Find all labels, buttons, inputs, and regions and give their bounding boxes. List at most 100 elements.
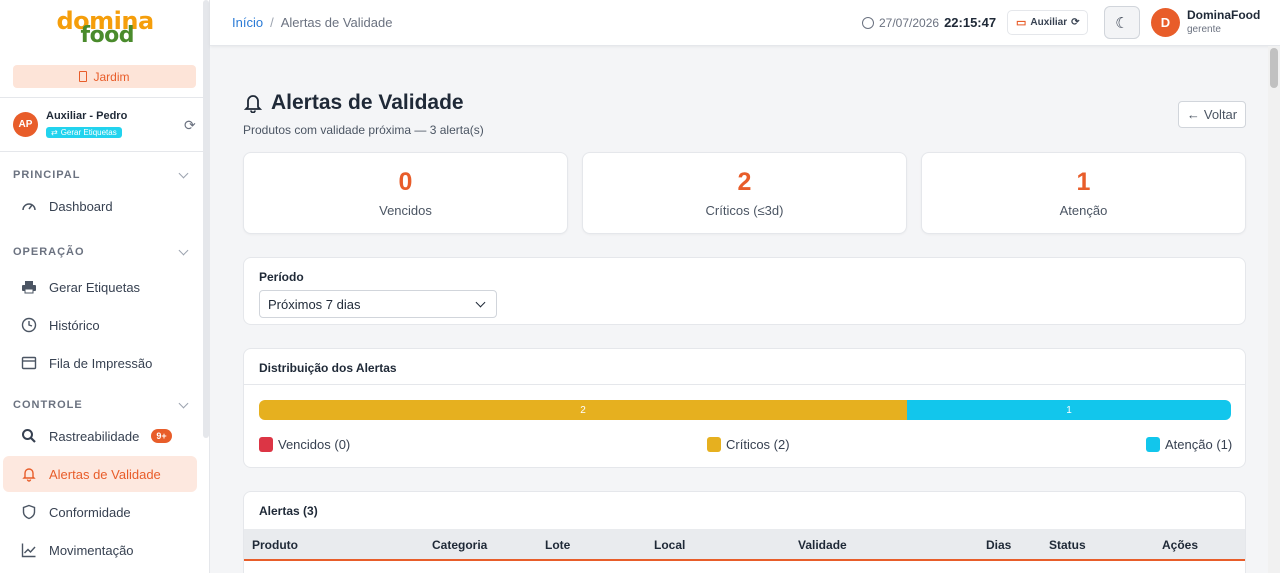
user-role: gerente: [1187, 24, 1221, 35]
page-header: Alertas de Validade Produtos com validad…: [243, 91, 484, 137]
distribution-segment-atenção: 1: [907, 400, 1231, 420]
sidebar-user: AP Auxiliar - Pedro ⇄ Gerar Etiquetas ⟳: [0, 98, 209, 151]
sidebar-item-conformidade[interactable]: Conformidade: [3, 494, 197, 530]
refresh-icon: ⟳: [1071, 17, 1080, 28]
shield-icon: [21, 504, 37, 520]
sidebar-item-fila-impressao[interactable]: Fila de Impressão: [3, 345, 197, 381]
role-label: Auxiliar: [1030, 17, 1068, 28]
page-title-text: Alertas de Validade: [271, 91, 464, 114]
period-label: Período: [259, 270, 304, 284]
topbar: Início / Alertas de Validade 27/07/2026 22…: [210, 0, 1280, 46]
period-select-value: Próximos 7 dias: [268, 296, 361, 312]
unit-label: Jardim: [93, 69, 130, 84]
sidebar-item-label: Gerar Etiquetas: [49, 279, 141, 295]
sidebar-item-label: Conformidade: [49, 504, 131, 520]
distribution-card: Distribuição dos Alertas 21 Vencidos (0)…: [243, 348, 1246, 468]
sidebar-item-label: Movimentação: [49, 542, 134, 558]
legend-atencao: Atenção (1): [1146, 437, 1232, 452]
distribution-title: Distribuição dos Alertas: [244, 349, 1245, 385]
column-header[interactable]: Validade: [798, 538, 847, 552]
stat-value: 2: [737, 168, 752, 196]
sidebar-item-alertas-validade[interactable]: Alertas de Validade: [3, 456, 197, 492]
building-icon: [79, 71, 88, 82]
sidebar-user-name: Auxiliar - Pedro: [46, 109, 128, 122]
filter-card: Período Próximos 7 dias: [243, 257, 1246, 325]
gauge-icon: [21, 198, 37, 214]
legend-swatch: [259, 437, 273, 452]
back-button-label: Voltar: [1203, 107, 1238, 122]
column-header[interactable]: Categoria: [432, 538, 487, 552]
alerts-title: Alertas (3): [259, 504, 318, 518]
sidebar-item-movimentacao[interactable]: Movimentação: [3, 532, 197, 568]
cake-icon: ▭: [1016, 17, 1027, 29]
column-header[interactable]: Ações: [1162, 538, 1198, 552]
sidebar-item-label: Rastreabilidade: [49, 428, 140, 444]
divider: [0, 151, 209, 152]
date-text: 27/07/2026: [879, 15, 940, 30]
column-header[interactable]: Local: [654, 538, 685, 552]
sidebar-item-label: Histórico: [49, 317, 100, 333]
sidebar-item-label: Dashboard: [49, 198, 113, 214]
period-select[interactable]: Próximos 7 dias: [259, 290, 497, 318]
breadcrumb-current: Alertas de Validade: [280, 15, 393, 30]
chevron-down-icon: [178, 245, 189, 255]
stat-label: Críticos (≤3d): [705, 203, 784, 218]
clock-icon: [862, 16, 874, 29]
nav-section-title: PRINCIPAL: [13, 169, 81, 181]
sidebar-item-rastreabilidade[interactable]: Rastreabilidade 9+: [3, 418, 197, 454]
unit-selector[interactable]: Jardim: [13, 65, 196, 88]
printer-icon: [21, 279, 37, 295]
legend-swatch: [707, 437, 721, 452]
chevron-down-icon: [178, 398, 189, 408]
breadcrumb: Início / Alertas de Validade: [232, 15, 392, 30]
bell-icon: [243, 92, 263, 114]
stat-value: 0: [398, 168, 413, 196]
search-icon: [21, 428, 37, 444]
stat-card-criticos: 2 Críticos (≤3d): [582, 152, 907, 234]
nav-section-controle[interactable]: CONTROLE: [0, 394, 209, 416]
breadcrumb-separator: /: [270, 15, 274, 30]
time-text: 22:15:47: [944, 15, 997, 30]
main-scrollbar[interactable]: [1268, 46, 1280, 573]
theme-toggle-button[interactable]: ☾: [1104, 6, 1140, 39]
moon-icon: ☾: [1115, 14, 1129, 32]
role-switch-chip[interactable]: ▭ Auxiliar ⟳: [1007, 10, 1089, 35]
switch-user-icon[interactable]: ⟳: [184, 118, 196, 132]
user-name: DominaFood: [1187, 8, 1261, 22]
arrow-left-icon: ←: [1186, 107, 1200, 122]
swap-icon: ⇄: [51, 127, 58, 137]
legend-swatch: [1146, 437, 1160, 452]
legend-label: Vencidos (0): [278, 437, 351, 452]
breadcrumb-home-link[interactable]: Início: [232, 15, 263, 30]
scrollbar-thumb[interactable]: [1270, 48, 1278, 88]
nav-section-principal[interactable]: PRINCIPAL: [0, 164, 209, 186]
column-header[interactable]: Lote: [545, 538, 570, 552]
sidebar-item-label: Alertas de Validade: [49, 466, 161, 482]
column-header[interactable]: Status: [1049, 538, 1086, 552]
legend-vencidos: Vencidos (0): [259, 437, 350, 452]
chevron-down-icon: [178, 168, 189, 178]
chart-line-icon: [21, 542, 37, 558]
clock-icon: [21, 317, 37, 333]
nav-section-operacao[interactable]: OPERAÇÃO: [0, 241, 209, 263]
alerts-card: Alertas (3) Produto Categoria Lote Local…: [243, 491, 1246, 573]
user-menu[interactable]: DominaFood gerente: [1187, 8, 1260, 35]
avatar[interactable]: D: [1151, 8, 1180, 37]
back-button[interactable]: ← Voltar: [1178, 101, 1246, 128]
legend-label: Críticos (2): [726, 437, 790, 452]
column-header[interactable]: Dias: [986, 538, 1011, 552]
sidebar-item-gerar-etiquetas[interactable]: Gerar Etiquetas: [3, 269, 197, 305]
sidebar-item-historico[interactable]: Histórico: [3, 307, 197, 343]
bell-icon: [21, 466, 37, 482]
brand-logo[interactable]: domina food: [0, 0, 209, 50]
sidebar-scrollbar[interactable]: [203, 0, 209, 438]
page-title: Alertas de Validade: [243, 91, 484, 115]
legend-criticos: Críticos (2): [707, 437, 790, 452]
column-header[interactable]: Produto: [252, 538, 298, 552]
notification-badge: 9+: [151, 429, 172, 443]
stat-card-atencao: 1 Atenção: [921, 152, 1246, 234]
stat-card-vencidos: 0 Vencidos: [243, 152, 568, 234]
sidebar-item-dashboard[interactable]: Dashboard: [3, 188, 197, 224]
distribution-bar: 21: [259, 400, 1231, 420]
avatar: AP: [13, 112, 38, 137]
